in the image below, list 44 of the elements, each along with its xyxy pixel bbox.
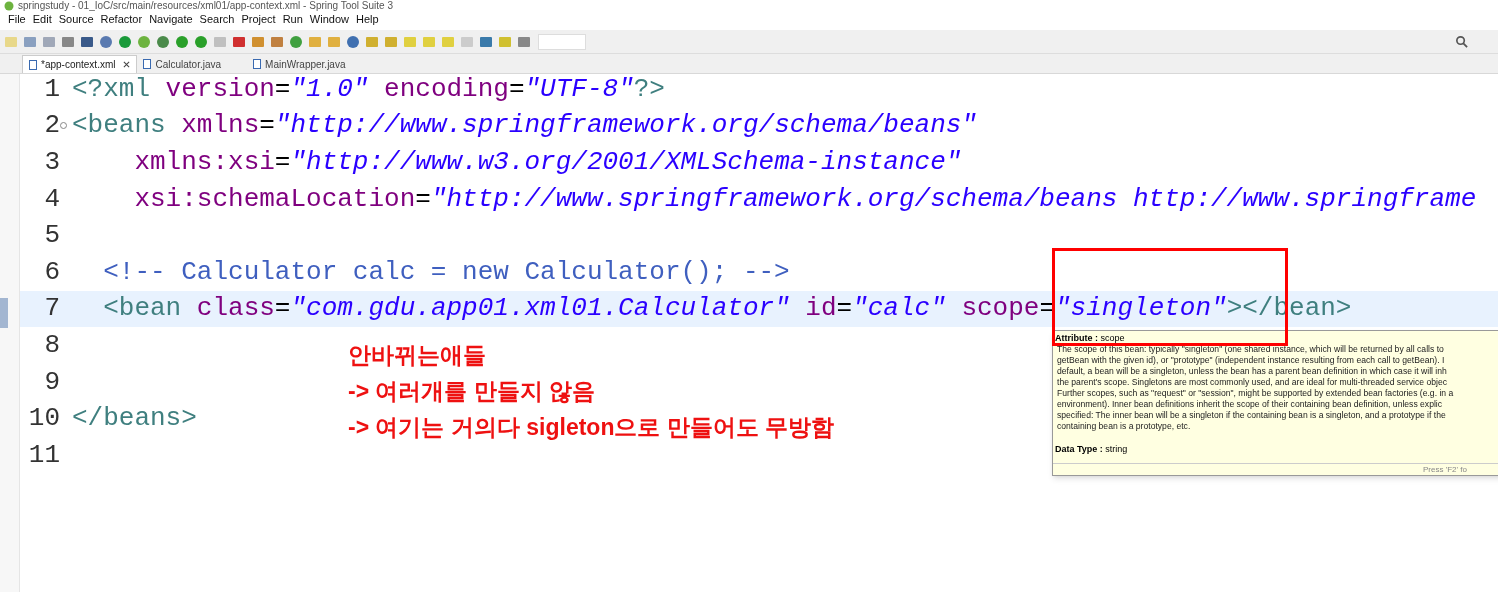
code-line: xmlns:xsi="http://www.w3.org/2001/XMLSchema-instance" [133,146,962,179]
file-icon [253,59,262,69]
file-icon [143,59,152,69]
menu-item[interactable]: Source [55,10,97,28]
editor-tab[interactable]: MainWrapper.java [247,55,352,73]
annotation-text: -> 여러개를 만들지 않음 [348,377,597,406]
menu-item[interactable]: Navigate [146,10,196,28]
menu-item[interactable]: Search [196,10,238,28]
window-title: springstudy - 01_IoC/src/main/resources/xml01/app-context.xml - Spring Tool Suite 3 [18,0,393,11]
line-number: 8 [43,328,60,362]
line-number: 9 [43,365,60,399]
combo-box[interactable] [538,33,586,50]
tooltip-footer: Press 'F2' fo [1053,463,1498,475]
line-number: 7 [43,292,60,326]
menu-item[interactable]: Project [238,10,279,28]
line-number: 10 [27,402,60,436]
menu-item[interactable]: File [5,10,29,28]
code-line: <beans xmlns="http://www.springframework.org/schema/beans" [72,109,977,143]
line-number: 1 [43,72,60,106]
tooltip-heading: Attribute : scope [1054,332,1126,344]
annotation-text: -> 여기는 거의다 sigleton으로 만들어도 무방함 [348,413,835,442]
menu-item[interactable]: Window [306,10,352,28]
code-line: <?xml version="1.0" encoding="UTF-8"?> [72,72,665,106]
close-icon[interactable] [123,61,131,68]
file-icon [29,59,37,70]
code-line: </beans> [72,402,197,436]
menu-item[interactable]: Help [353,10,382,28]
line-number: 5 [43,219,60,253]
annotation-text: 안바뀌는애들 [348,341,487,370]
line-number: 11 [27,438,60,472]
app-logo-icon [4,0,14,11]
menu-item[interactable]: Refactor [97,10,146,28]
data-type-text: Data Type : string [1054,444,1129,455]
code-line: xsi:schemaLocation="http://www.springframework.org/schema/beans http://www.springframe [133,182,1477,216]
search-icon[interactable] [1455,35,1468,48]
editor-tab[interactable]: *app-context.xml [22,55,138,73]
line-number: 3 [43,146,60,179]
code-line: <!-- Calculator calc = new Calculator(); --> [102,255,790,289]
menu-item[interactable]: Run [279,10,306,28]
editor-tab[interactable]: Calculator.java [137,55,228,73]
line-number: 2 [43,109,60,143]
line-number: 4 [43,182,60,216]
line-number: 6 [43,255,60,289]
menu-item[interactable]: Edit [29,10,55,28]
